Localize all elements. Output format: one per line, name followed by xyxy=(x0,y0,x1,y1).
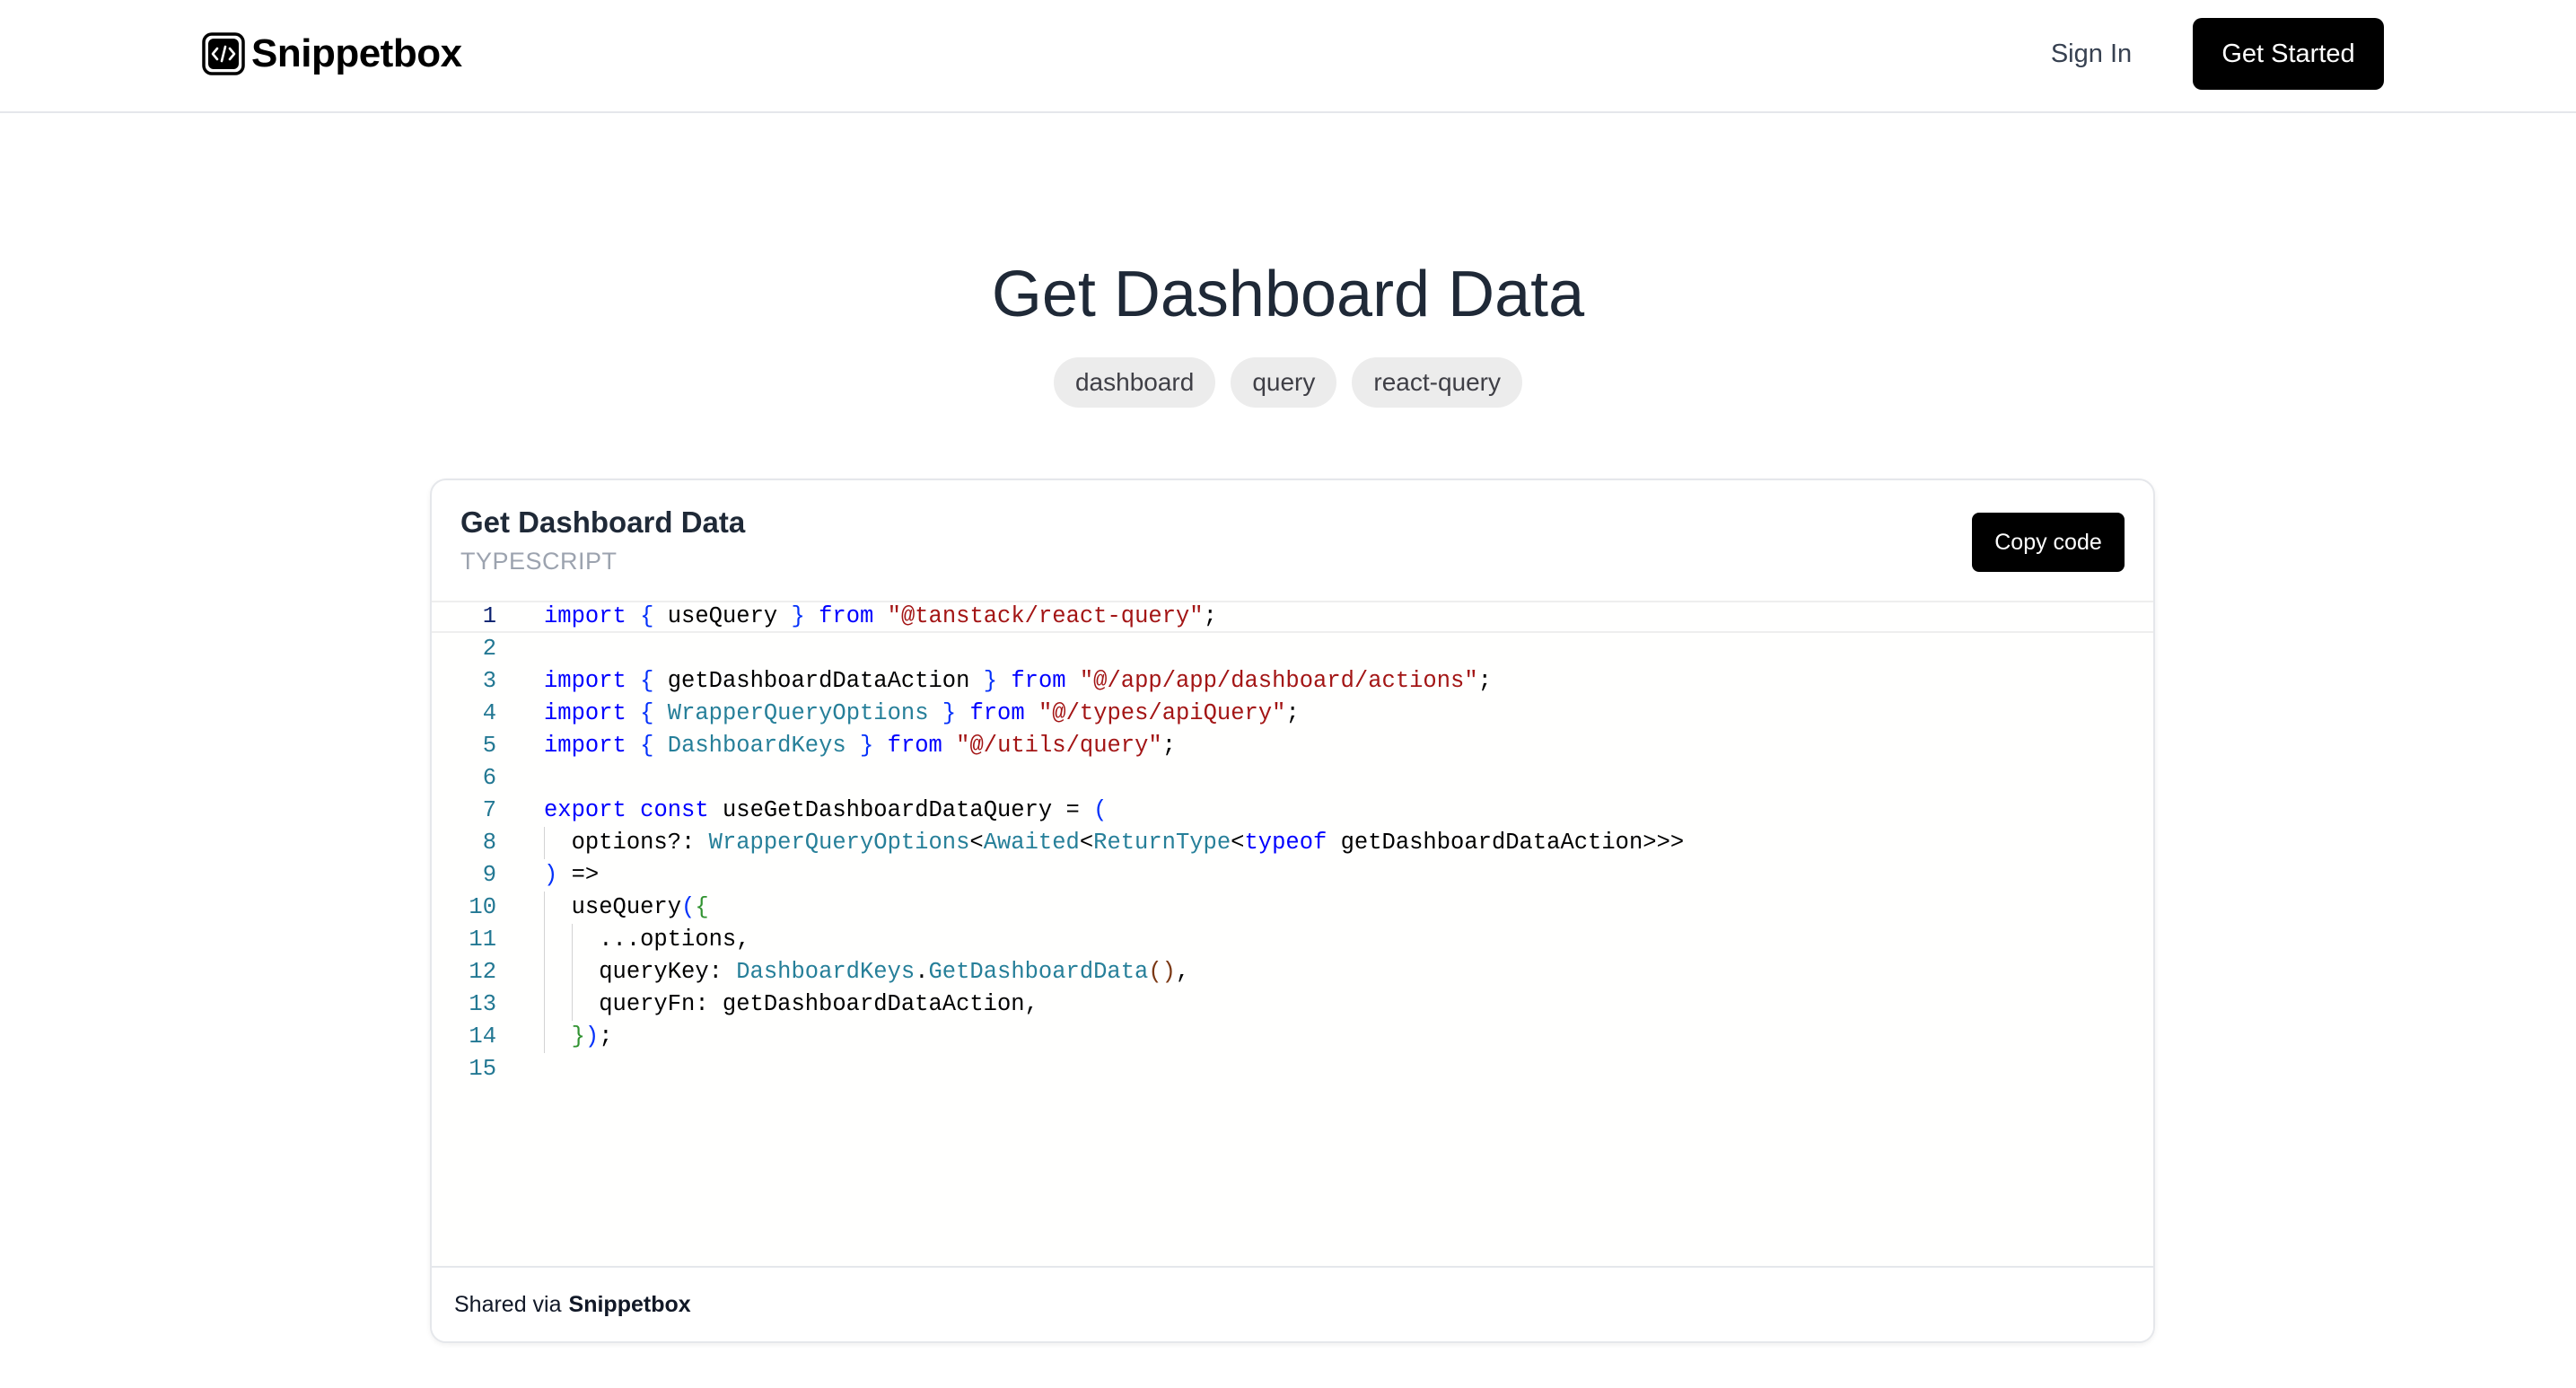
line-number: 12 xyxy=(469,959,496,985)
code-line[interactable]: 2 xyxy=(432,633,2153,665)
code-line[interactable]: 12 queryKey: DashboardKeys.GetDashboardD… xyxy=(432,956,2153,988)
line-number: 3 xyxy=(482,668,496,694)
code-text: import { WrapperQueryOptions } from "@/t… xyxy=(544,700,1300,726)
snippet-card-footer: Shared via Snippetbox xyxy=(432,1266,2153,1341)
code-text: import { useQuery } from "@tanstack/reac… xyxy=(544,603,1217,629)
code-line[interactable]: 8 options?: WrapperQueryOptions<Awaited<… xyxy=(432,827,2153,859)
line-number: 11 xyxy=(469,927,496,953)
page-title: Get Dashboard Data xyxy=(991,259,1585,330)
code-text: ...options, xyxy=(544,927,750,953)
code-line[interactable]: 9 ) => xyxy=(432,859,2153,892)
code-text: useQuery({ xyxy=(544,894,709,920)
code-text: options?: WrapperQueryOptions<Awaited<Re… xyxy=(544,830,1685,856)
snippet-language: TYPESCRIPT xyxy=(460,548,618,575)
line-number: 6 xyxy=(482,765,496,791)
indent-guide xyxy=(544,827,545,859)
code-text: import { getDashboardDataAction } from "… xyxy=(544,668,1492,694)
snippet-title: Get Dashboard Data xyxy=(460,505,746,539)
code-text: queryFn: getDashboardDataAction, xyxy=(544,991,1038,1017)
code-square-icon xyxy=(201,31,246,76)
tag-query[interactable]: query xyxy=(1231,357,1337,408)
line-number: 1 xyxy=(482,603,496,629)
code-line[interactable]: 1 import { useQuery } from "@tanstack/rea… xyxy=(432,601,2153,633)
line-number: 4 xyxy=(482,700,496,726)
code-line[interactable]: 3 import { getDashboardDataAction } from … xyxy=(432,665,2153,698)
shared-via-label: Shared via xyxy=(454,1291,562,1317)
snippet-card: Get Dashboard Data TYPESCRIPT Copy code … xyxy=(430,479,2155,1343)
code-text: export const useGetDashboardDataQuery = … xyxy=(544,797,1108,823)
line-number: 9 xyxy=(482,862,496,888)
brand-name: Snippetbox xyxy=(251,31,462,75)
code-text: ) => xyxy=(544,862,600,888)
line-number: 13 xyxy=(469,991,496,1017)
line-number: 7 xyxy=(482,797,496,823)
code-line[interactable]: 13 queryFn: getDashboardDataAction, xyxy=(432,988,2153,1021)
code-line[interactable]: 11 ...options, xyxy=(432,924,2153,956)
tag-react-query[interactable]: react-query xyxy=(1352,357,1522,408)
line-number: 2 xyxy=(482,636,496,662)
line-number: 14 xyxy=(469,1023,496,1050)
line-number: 8 xyxy=(482,830,496,856)
sign-in-button[interactable]: Sign In xyxy=(2020,18,2163,90)
get-started-button[interactable]: Get Started xyxy=(2193,18,2384,90)
code-line[interactable]: 7 export const useGetDashboardDataQuery =… xyxy=(432,795,2153,827)
code-text: queryKey: DashboardKeys.GetDashboardData… xyxy=(544,959,1190,985)
code-line[interactable]: 5 import { DashboardKeys } from "@/utils/… xyxy=(432,730,2153,762)
copy-code-button[interactable]: Copy code xyxy=(1972,513,2125,572)
code-line[interactable]: 4 import { WrapperQueryOptions } from "@/… xyxy=(432,698,2153,730)
shared-via-brand[interactable]: Snippetbox xyxy=(569,1292,691,1318)
code-line[interactable]: 15 xyxy=(432,1053,2153,1085)
line-number: 15 xyxy=(469,1056,496,1082)
code-editor[interactable]: 1 import { useQuery } from "@tanstack/rea… xyxy=(432,597,2153,1267)
code-line[interactable]: 10 useQuery({ xyxy=(432,892,2153,924)
snippet-card-header: Get Dashboard Data TYPESCRIPT Copy code xyxy=(432,480,2153,597)
site-header: Snippetbox Sign In Get Started xyxy=(0,0,2576,113)
tag-dashboard[interactable]: dashboard xyxy=(1053,357,1216,408)
brand-logo-link[interactable]: Snippetbox xyxy=(201,29,462,79)
code-line[interactable]: 14 }); xyxy=(432,1021,2153,1053)
line-number: 5 xyxy=(482,733,496,759)
tag-list: dashboard query react-query xyxy=(0,357,2576,408)
indent-guide xyxy=(571,924,573,1021)
indent-guide xyxy=(544,892,545,1053)
code-line[interactable]: 6 xyxy=(432,762,2153,795)
line-number: 10 xyxy=(469,894,496,920)
code-text: }); xyxy=(571,1023,613,1050)
code-text: import { DashboardKeys } from "@/utils/q… xyxy=(544,733,1177,759)
